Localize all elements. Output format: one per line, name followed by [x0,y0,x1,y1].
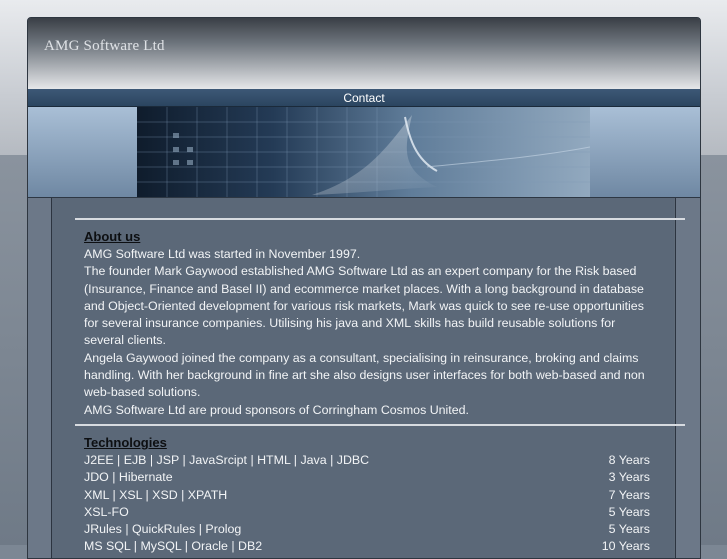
tech-name: JRules | QuickRules | Prolog [84,522,242,537]
tech-name: MS SQL | MySQL | Oracle | DB2 [84,539,263,554]
tech-row: XSL-FO 5 Years [84,504,650,521]
technologies-heading: Technologies [84,435,167,450]
about-paragraph: AMG Software Ltd are proud sponsors of C… [84,402,469,417]
site-logo[interactable]: AMG Software Ltd [44,38,165,55]
nav-link-contact[interactable]: Contact [343,91,384,105]
about-paragraph: AMG Software Ltd was started in November… [84,247,361,261]
site-frame: AMG Software Ltd Contact About us AMG So… [27,17,701,559]
tech-row: XML | XSL | XSD | XPATH 7 Years [84,487,650,504]
tech-years: 8 Years [608,453,650,467]
tech-row: J2EE | EJB | JSP | JavaSrcipt | HTML | J… [84,452,650,469]
banner-strip [28,107,700,198]
divider [75,218,685,220]
tech-years: 5 Years [608,504,650,519]
tech-name: J2EE | EJB | JSP | JavaSrcipt | HTML | J… [84,453,370,467]
tech-row: MS SQL | MySQL | Oracle | DB2 10 Years [84,538,650,555]
left-sidebar [28,198,52,558]
about-text: AMG Software Ltd was started in November… [84,246,654,419]
tech-years: 5 Years [608,522,650,537]
banner-image [137,107,590,197]
tech-years: 3 Years [608,470,650,485]
nav-bar: Contact [28,89,700,107]
tech-row: JRules | QuickRules | Prolog 5 Years [84,521,650,538]
tech-name: JDO | Hibernate [84,470,173,485]
about-paragraph: The founder Mark Gaywood established AMG… [84,264,644,348]
tech-years: 7 Years [608,487,650,502]
about-heading: About us [84,229,141,244]
technologies-list: J2EE | EJB | JSP | JavaSrcipt | HTML | J… [84,452,650,556]
tech-name: XML | XSL | XSD | XPATH [84,487,228,502]
main-content: About us AMG Software Ltd was started in… [52,198,685,558]
about-paragraph: Angela Gaywood joined the company as a c… [84,350,645,400]
divider [75,424,685,426]
right-sidebar [675,198,700,558]
site-header: AMG Software Ltd [28,18,700,89]
tech-name: XSL-FO [84,504,129,519]
tech-years: 10 Years [601,539,650,554]
tech-row: JDO | Hibernate 3 Years [84,469,650,486]
